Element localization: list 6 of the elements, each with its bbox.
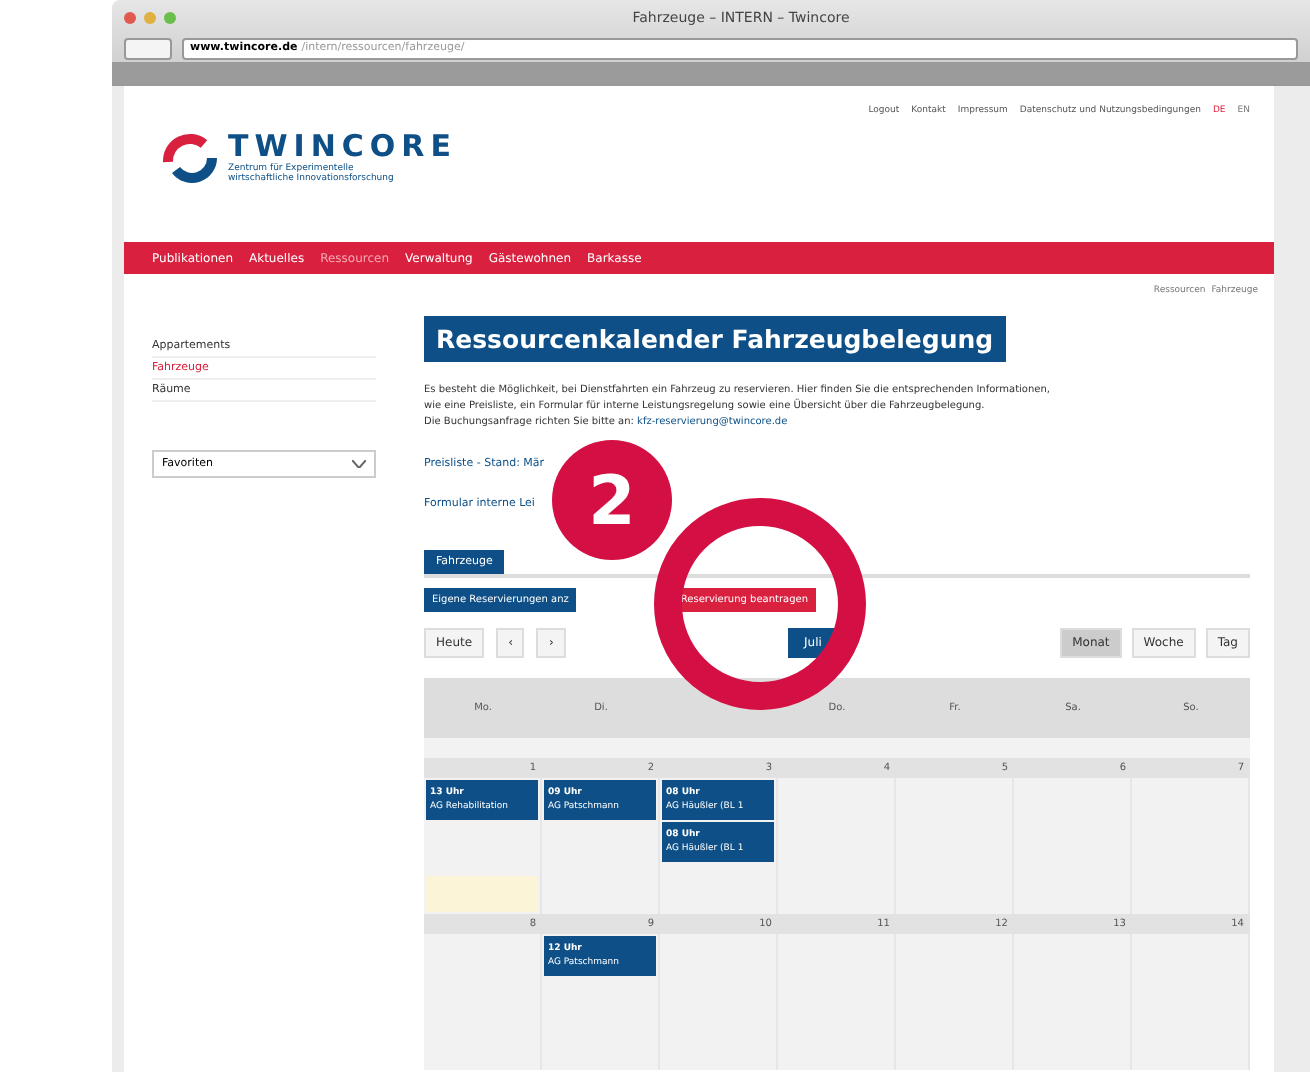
today-highlight [426, 876, 538, 912]
callout-badge: 2 [552, 440, 672, 560]
back-forward-buttons[interactable] [124, 37, 172, 59]
logo-text: TWINCORE [228, 128, 457, 164]
chevron-icon [352, 460, 366, 468]
page-heading: Ressourcenkalender Fahrzeugbelegung [424, 316, 1006, 362]
